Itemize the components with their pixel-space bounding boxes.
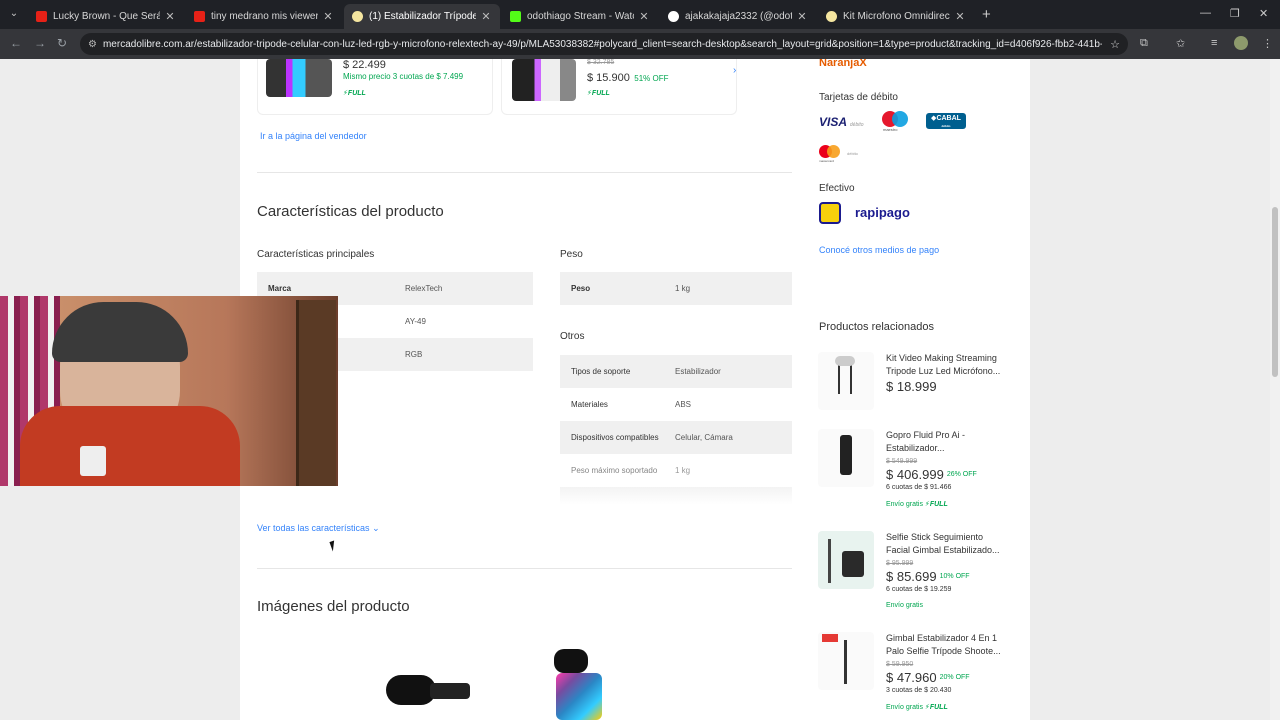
media-icon[interactable]: ≡ bbox=[1211, 37, 1217, 49]
related-product-image bbox=[818, 531, 874, 589]
mercadolibre-favicon-icon bbox=[352, 11, 363, 22]
weight-specs-table: Peso 1 kg bbox=[560, 272, 792, 305]
seller-product-card[interactable]: $ 22.499 Mismo precio 3 cuotas de $ 7.49… bbox=[257, 59, 493, 115]
weight-title: Peso bbox=[560, 249, 583, 260]
forward-icon[interactable]: → bbox=[34, 36, 46, 50]
related-product-image bbox=[818, 352, 874, 410]
related-product-item[interactable]: Selfie Stick Seguimiento Facial Gimbal E… bbox=[808, 531, 1013, 621]
spec-row: Dispositivos compatibles Celular, Cámara bbox=[560, 421, 792, 454]
others-title: Otros bbox=[560, 331, 585, 342]
spec-row: Peso 1 kg bbox=[560, 272, 792, 305]
close-window-icon[interactable]: ✕ bbox=[1259, 7, 1268, 20]
page-viewport: $ 22.499 Mismo precio 3 cuotas de $ 7.49… bbox=[0, 59, 1280, 720]
product-images-title: Imágenes del producto bbox=[257, 598, 410, 615]
new-tab-icon[interactable]: + bbox=[982, 6, 991, 23]
full-badge: ⚡FULL bbox=[924, 501, 948, 508]
mercadolibre-favicon-icon bbox=[826, 11, 837, 22]
minimize-icon[interactable]: — bbox=[1200, 7, 1211, 19]
related-product-item[interactable]: Gopro Fluid Pro Ai - Estabilizador... $ … bbox=[808, 429, 1013, 519]
extensions-icon[interactable]: ⧉ bbox=[1140, 37, 1148, 50]
microphone-image[interactable] bbox=[386, 673, 486, 720]
maestro-logo: maestro bbox=[882, 111, 910, 133]
close-tab-icon[interactable]: ✕ bbox=[322, 10, 334, 23]
full-badge: ⚡FULL bbox=[924, 704, 948, 711]
related-product-image bbox=[818, 429, 874, 487]
scrollbar-thumb[interactable] bbox=[1272, 207, 1278, 377]
seller-page-link[interactable]: Ir a la página del vendedor bbox=[260, 131, 367, 141]
youtube-favicon-icon bbox=[194, 11, 205, 22]
page-scrollbar[interactable] bbox=[1270, 59, 1280, 720]
characteristics-title: Características del producto bbox=[257, 203, 444, 220]
close-tab-icon[interactable]: ✕ bbox=[954, 10, 966, 23]
main-characteristics-title: Características principales bbox=[257, 249, 375, 260]
chevron-down-icon: ⌄ bbox=[372, 523, 380, 533]
close-tab-icon[interactable]: ✕ bbox=[480, 10, 492, 23]
spec-row: Tipos de soporte Estabilizador bbox=[560, 355, 792, 388]
visa-logo: VISA débito bbox=[819, 115, 864, 129]
browser-tab[interactable]: Lucky Brown - Que Será (Video ✕ bbox=[28, 4, 184, 29]
address-bar[interactable]: ⚙ mercadolibre.com.ar/estabilizador-trip… bbox=[80, 33, 1128, 55]
close-tab-icon[interactable]: ✕ bbox=[638, 10, 650, 23]
browser-tab-bar: ⌄ Lucky Brown - Que Será (Video ✕ tiny m… bbox=[0, 0, 1280, 29]
rapipago-icon bbox=[819, 202, 841, 224]
related-products-title: Productos relacionados bbox=[819, 321, 934, 333]
tab-search-icon[interactable]: ⌄ bbox=[6, 5, 22, 23]
fade-overlay bbox=[560, 487, 792, 505]
bookmarks-icon[interactable]: ✩ bbox=[1176, 37, 1185, 50]
bookmark-star-icon[interactable]: ☆ bbox=[1110, 38, 1120, 51]
close-tab-icon[interactable]: ✕ bbox=[164, 10, 176, 23]
others-specs-table: Tipos de soporte Estabilizador Materiales… bbox=[560, 355, 792, 505]
webcam-overlay bbox=[0, 296, 338, 486]
close-tab-icon[interactable]: ✕ bbox=[796, 10, 808, 23]
spec-row: Materiales ABS bbox=[571, 400, 692, 409]
browser-tab[interactable]: odothiago Stream - Watch Live ✕ bbox=[502, 4, 658, 29]
seller-product-card[interactable]: $ 32.785 $ 15.900 51% OFF ⚡FULL bbox=[501, 59, 737, 115]
related-product-item[interactable]: Gimbal Estabilizador 4 En 1 Palo Selfie … bbox=[808, 632, 1013, 720]
browser-tab[interactable]: tiny medrano mis viewers cham ✕ bbox=[186, 4, 342, 29]
related-product-item[interactable]: Kit Video Making Streaming Tripode Luz L… bbox=[808, 352, 1013, 414]
see-all-characteristics-link[interactable]: Ver todas las características ⌄ bbox=[257, 523, 380, 534]
carousel-next-icon[interactable]: › bbox=[733, 65, 736, 76]
restore-icon[interactable]: ❐ bbox=[1230, 7, 1240, 20]
other-payment-methods-link[interactable]: Conocé otros medios de pago bbox=[819, 245, 939, 255]
browser-tab[interactable]: ajakakajaja2332 (@odothiagoc ✕ bbox=[660, 4, 816, 29]
site-info-icon[interactable]: ⚙ bbox=[88, 39, 97, 50]
tiktok-favicon-icon bbox=[668, 11, 679, 22]
reload-icon[interactable]: ↻ bbox=[57, 36, 67, 50]
full-badge: ⚡FULL bbox=[343, 90, 366, 97]
browser-toolbar: ← → ↻ ⚙ mercadolibre.com.ar/estabilizado… bbox=[0, 29, 1280, 59]
kick-favicon-icon bbox=[510, 11, 521, 22]
product-thumbnail bbox=[266, 59, 332, 97]
rapipago-logo: rapipago bbox=[855, 205, 910, 220]
back-icon[interactable]: ← bbox=[10, 36, 22, 50]
led-light-image[interactable] bbox=[552, 649, 602, 720]
mastercard-logo: mastercard bbox=[819, 145, 845, 165]
spec-row: Peso máximo soportado 1 kg bbox=[571, 466, 691, 475]
browser-tab[interactable]: Kit Microfono Omnidireccional ✕ bbox=[818, 4, 974, 29]
divider bbox=[257, 568, 792, 569]
menu-icon[interactable]: ⋮ bbox=[1262, 37, 1273, 50]
youtube-favicon-icon bbox=[36, 11, 47, 22]
cabal-logo: ◆CABAL débito bbox=[926, 113, 966, 129]
url-text: mercadolibre.com.ar/estabilizador-tripod… bbox=[102, 38, 1103, 50]
related-products-card: Productos relacionados Kit Video Making … bbox=[808, 296, 1014, 720]
full-badge: ⚡FULL bbox=[587, 90, 610, 97]
divider bbox=[257, 172, 792, 173]
related-product-image bbox=[818, 632, 874, 690]
profile-avatar[interactable] bbox=[1234, 36, 1248, 50]
product-thumbnail bbox=[512, 59, 576, 101]
payment-methods-card: NaranjaX Tarjetas de débito VISA débito … bbox=[808, 59, 1014, 279]
browser-tab-active[interactable]: (1) Estabilizador Trípode Celular ✕ bbox=[344, 4, 500, 29]
